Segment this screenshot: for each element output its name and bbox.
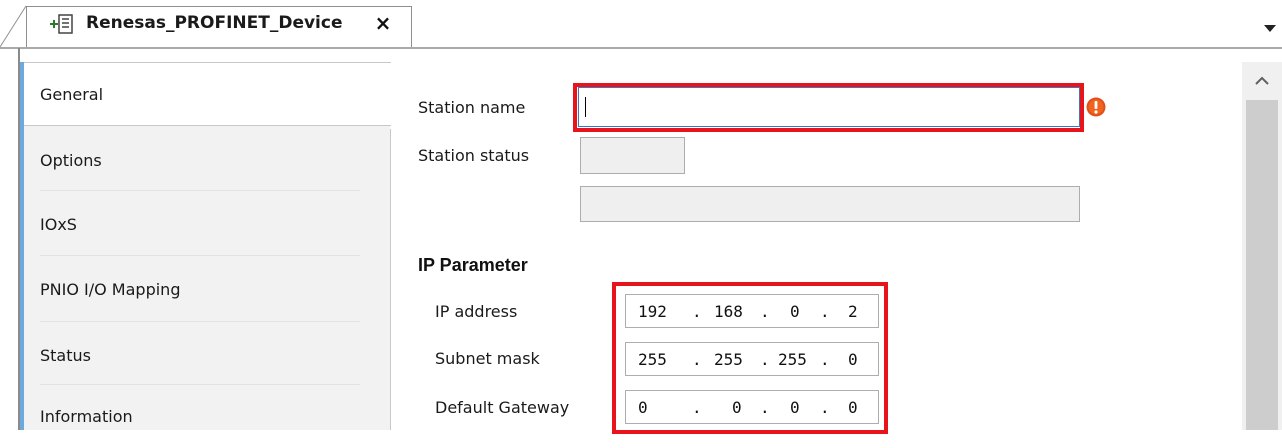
default-gateway-label: Default Gateway — [435, 398, 570, 417]
ip-octet: 0 — [790, 398, 800, 417]
ip-octet: 255 — [778, 350, 807, 369]
default-gateway-input[interactable]: 0 . 0 . 0 . 0 — [625, 390, 879, 424]
sidebar-separator — [40, 321, 360, 322]
subnet-mask-label: Subnet mask — [435, 349, 540, 368]
ip-separator: . — [692, 350, 702, 369]
sidebar-border — [390, 129, 391, 430]
ip-separator: . — [692, 302, 702, 321]
sidebar-item-label: Options — [40, 150, 102, 170]
sidebar-item-label: PNIO I/O Mapping — [40, 279, 181, 299]
chevron-down-icon[interactable] — [1262, 22, 1278, 34]
text-caret — [585, 97, 586, 117]
ip-separator: . — [820, 398, 830, 417]
device-tree-icon — [50, 14, 73, 34]
tab-title: Renesas_PROFINET_Device — [86, 13, 343, 33]
ip-octet: 0 — [732, 398, 742, 417]
editor-tab-strip: Renesas_PROFINET_Device × — [0, 0, 1282, 49]
ip-octet: 0 — [848, 398, 858, 417]
ip-separator: . — [820, 350, 830, 369]
sidebar-item-general[interactable]: General — [20, 62, 391, 126]
ip-octet: 0 — [638, 398, 648, 417]
sidebar-item-label: Information — [40, 406, 133, 426]
station-status-field — [580, 137, 685, 174]
ip-address-label: IP address — [435, 302, 518, 321]
sidebar-nav: General Options IOxS PNIO I/O Mapping St… — [20, 62, 391, 430]
ip-parameter-heading: IP Parameter — [418, 255, 528, 275]
sidebar-item-information[interactable]: Information — [20, 384, 390, 448]
scroll-up-icon[interactable] — [1242, 62, 1282, 100]
close-tab-button[interactable]: × — [372, 12, 394, 34]
station-status-label: Station status — [418, 146, 530, 165]
sidebar-item-options[interactable]: Options — [20, 128, 390, 192]
ip-separator: . — [760, 398, 770, 417]
sidebar-item-label: IOxS — [40, 214, 77, 234]
station-name-input[interactable] — [578, 87, 1080, 127]
ip-octet: 0 — [848, 350, 858, 369]
ip-octet: 255 — [638, 350, 667, 369]
exclamation-error-icon — [1086, 97, 1106, 117]
sidebar-item-label: General — [40, 84, 104, 104]
sidebar-separator — [40, 255, 360, 256]
ip-octet: 255 — [714, 350, 743, 369]
station-name-label: Station name — [418, 98, 526, 117]
ip-octet: 2 — [848, 302, 858, 321]
ip-octet: 192 — [638, 302, 667, 321]
sidebar-separator — [40, 190, 360, 191]
ip-separator: . — [760, 350, 770, 369]
sidebar-accent-bar — [20, 62, 24, 430]
ip-octet: 168 — [714, 302, 743, 321]
sidebar-item-label: Status — [40, 345, 91, 365]
sidebar-item-pnio-io-mapping[interactable]: PNIO I/O Mapping — [20, 257, 390, 321]
ip-separator: . — [820, 302, 830, 321]
ip-separator: . — [692, 398, 702, 417]
sidebar-item-status[interactable]: Status — [20, 323, 390, 387]
scrollbar-thumb[interactable] — [1246, 100, 1278, 430]
station-status-detail-field — [580, 186, 1080, 222]
sidebar-item-ioxs[interactable]: IOxS — [20, 192, 390, 256]
ip-address-input[interactable]: 192 . 168 . 0 . 2 — [625, 294, 879, 328]
ip-octet: 0 — [790, 302, 800, 321]
subnet-mask-input[interactable]: 255 . 255 . 255 . 0 — [625, 342, 879, 376]
ip-separator: . — [760, 302, 770, 321]
